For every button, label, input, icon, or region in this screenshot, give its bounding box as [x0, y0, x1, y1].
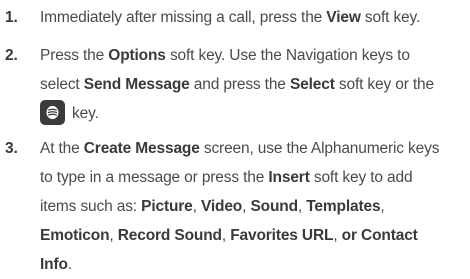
text-segment: soft key.: [360, 9, 421, 26]
text-line: select Send Message and press the Select…: [40, 70, 468, 99]
text-line: Immediately after missing a call, press …: [40, 3, 468, 32]
text-segment: ,: [221, 227, 231, 244]
text-segment: key.: [72, 105, 99, 122]
text-segment: Immediately after missing a call, press …: [40, 9, 327, 26]
text-line: At the Create Message screen, use the Al…: [40, 134, 468, 163]
bold-term: View: [326, 9, 361, 26]
bold-term: Send Message: [83, 76, 190, 93]
text-segment: ,: [380, 198, 385, 215]
text-line: Emoticon, Record Sound, Favorites URL, o…: [40, 221, 468, 250]
text-segment: Press the: [40, 47, 109, 64]
bold-term: Record Sound: [117, 227, 222, 244]
step-text: Immediately after missing a call, press …: [40, 3, 468, 32]
bold-term: Insert: [268, 169, 310, 186]
text-segment: select: [40, 76, 84, 93]
text-line: key.: [40, 99, 468, 128]
text-segment: At the: [40, 140, 84, 157]
text-line: Press the Options soft key. Use the Navi…: [40, 41, 468, 70]
bold-term: or Contact: [341, 227, 418, 244]
ok-key-icon: [40, 99, 65, 125]
bold-term: Picture: [141, 198, 193, 215]
text-segment: soft key to add: [309, 169, 413, 186]
text-segment: screen, use the Alphanumeric keys: [199, 140, 440, 157]
text-segment: ,: [297, 198, 307, 215]
text-segment: soft key or the: [334, 76, 434, 93]
text-segment: ,: [333, 227, 342, 244]
text-segment: to type in a message or press the: [40, 169, 269, 186]
text-segment: items such as:: [40, 198, 142, 215]
text-segment: soft key. Use the Navigation keys to: [165, 47, 410, 64]
text-line: to type in a message or press the Insert…: [40, 163, 468, 192]
text-line: items such as: Picture, Video, Sound, Te…: [40, 192, 468, 221]
step-text: Press the Options soft key. Use the Navi…: [40, 41, 468, 128]
bold-term: Video: [200, 198, 243, 215]
bold-term: Options: [108, 47, 166, 64]
bold-term: Sound: [250, 198, 298, 215]
bold-term: Select: [289, 76, 335, 93]
bold-term: Favorites URL: [230, 227, 334, 244]
text-segment: .: [67, 256, 72, 273]
step-number: 2.: [5, 47, 18, 64]
text-line: Info.: [40, 250, 468, 279]
bold-term: Templates: [306, 198, 381, 215]
text-segment: ,: [109, 227, 118, 244]
bold-term: Create Message: [83, 140, 200, 157]
instruction-list: 1. Immediately after missing a call, pre…: [0, 0, 470, 278]
step-number: 3.: [5, 140, 18, 157]
step-number: 1.: [5, 9, 18, 26]
text-segment: ,: [192, 198, 201, 215]
text-segment: and press the: [189, 76, 290, 93]
bold-term: Info: [40, 256, 68, 273]
step-text: At the Create Message screen, use the Al…: [40, 134, 468, 279]
bold-term: Emoticon: [40, 227, 110, 244]
